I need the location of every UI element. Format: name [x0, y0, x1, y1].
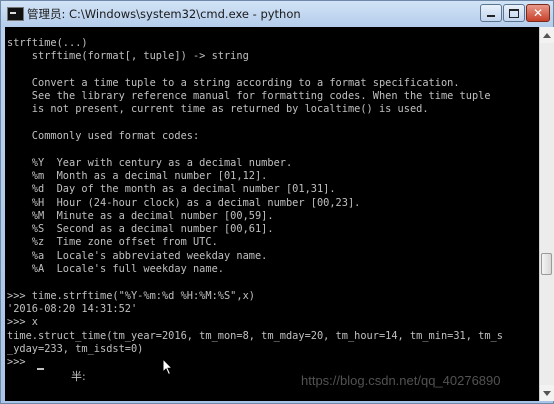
- close-icon: ✕: [532, 6, 544, 20]
- text-cursor: [37, 368, 44, 370]
- scrollbar-thumb[interactable]: [541, 253, 552, 275]
- close-button[interactable]: ✕: [526, 4, 550, 22]
- console-icon[interactable]: [7, 7, 24, 21]
- console-text: strftime(...) strftime(format[, tuple]) …: [7, 37, 503, 369]
- scroll-up-button[interactable]: [540, 27, 554, 43]
- vertical-scrollbar[interactable]: [539, 27, 554, 401]
- console-window: 管理员: C:\Windows\system32\cmd.exe - pytho…: [0, 0, 554, 404]
- arrow-down-icon: [543, 390, 551, 396]
- maximize-button[interactable]: [503, 4, 525, 22]
- mouse-pointer-icon: [162, 358, 174, 376]
- arrow-up-icon: [543, 32, 551, 38]
- watermark: https://blog.csdn.net/qq_40276890: [301, 373, 501, 388]
- minimize-button[interactable]: [480, 4, 502, 22]
- maximize-icon: [509, 8, 519, 18]
- minimize-icon: [487, 15, 495, 17]
- ime-indicator: 半:: [71, 370, 86, 383]
- scroll-down-button[interactable]: [540, 385, 554, 401]
- console-output[interactable]: strftime(...) strftime(format[, tuple]) …: [5, 27, 539, 401]
- title-bar[interactable]: 管理员: C:\Windows\system32\cmd.exe - pytho…: [1, 1, 553, 27]
- window-title: 管理员: C:\Windows\system32\cmd.exe - pytho…: [27, 7, 301, 21]
